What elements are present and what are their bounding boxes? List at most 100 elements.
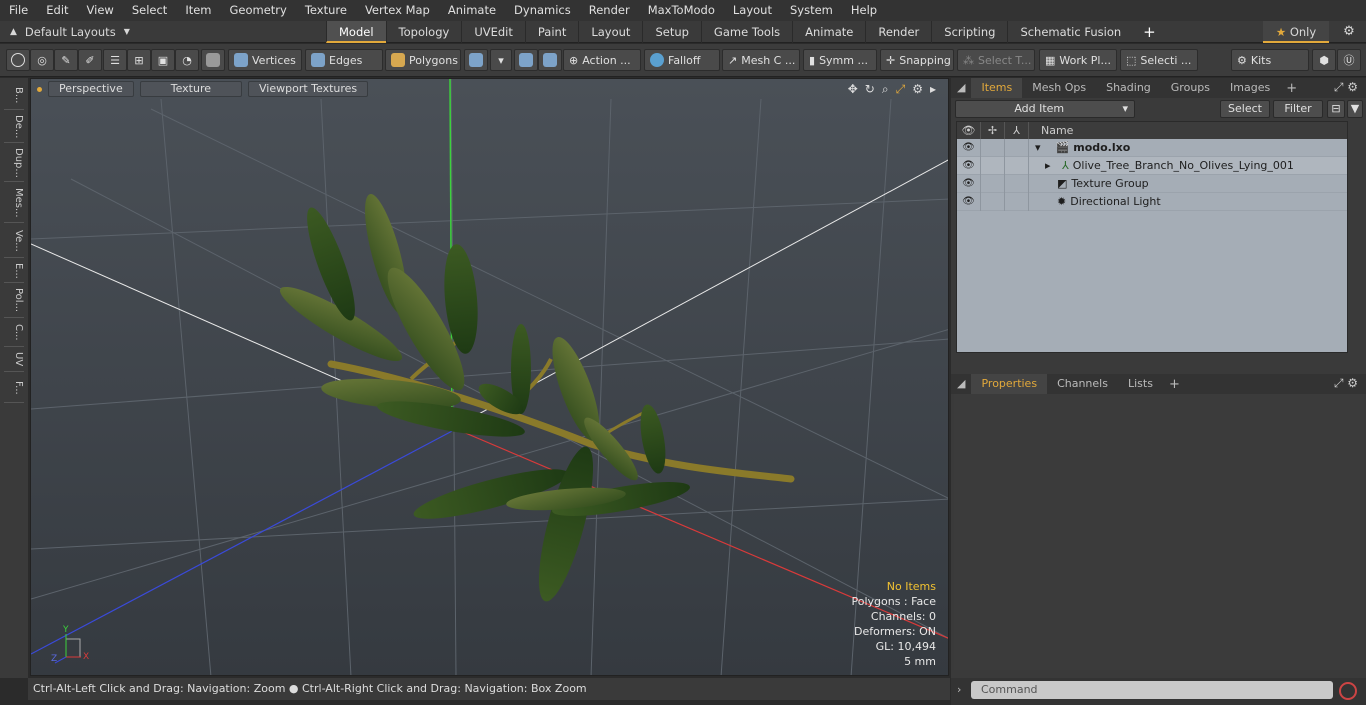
tab-lists[interactable]: Lists [1118, 374, 1163, 394]
left-tab-curve[interactable]: C... [4, 319, 24, 347]
funnel-icon[interactable]: ▼ [1347, 100, 1363, 118]
symmetry-button[interactable]: ▮ Symm ... [803, 49, 877, 71]
align-icon[interactable]: ☰ [103, 49, 127, 71]
menu-dynamics[interactable]: Dynamics [505, 0, 580, 21]
cube-icon[interactable] [201, 49, 225, 71]
expand-down-icon[interactable]: ▾ [1035, 141, 1041, 154]
menu-edit[interactable]: Edit [37, 0, 77, 21]
tab-model[interactable]: Model [326, 21, 386, 43]
menu-vertex-map[interactable]: Vertex Map [356, 0, 439, 21]
panel-menu-icon[interactable]: ◢ [951, 78, 971, 98]
menu-help[interactable]: Help [842, 0, 886, 21]
gear-icon[interactable]: ⚙ [1335, 21, 1363, 43]
menu-view[interactable]: View [78, 0, 123, 21]
panel-expand-gear-icon[interactable]: ⤢ ⚙ [1334, 80, 1358, 95]
select-through-button[interactable]: ⁂ Select T... [957, 49, 1035, 71]
menu-geometry[interactable]: Geometry [221, 0, 296, 21]
tab-images[interactable]: Images [1220, 78, 1280, 98]
move-icon[interactable]: ✥ [848, 82, 858, 97]
left-tab-polygon[interactable]: Pol... [4, 284, 24, 318]
falloff-button[interactable]: Falloff [644, 49, 720, 71]
menu-texture[interactable]: Texture [296, 0, 356, 21]
edges-button[interactable]: Edges [305, 49, 383, 71]
arrow-right-icon[interactable]: ▸ [930, 82, 936, 97]
add-item-button[interactable]: Add Item ▾ [955, 100, 1135, 118]
tab-uvedit[interactable]: UVEdit [461, 21, 525, 43]
perspective-dropdown[interactable]: Perspective [48, 81, 134, 97]
tab-scripting[interactable]: Scripting [931, 21, 1007, 43]
add-panel-tab-button[interactable]: + [1280, 81, 1303, 96]
tree-row-light[interactable]: 👁 ✹ Directional Light [957, 192, 1347, 211]
menu-layout[interactable]: Layout [724, 0, 781, 21]
filter-button[interactable]: Filter [1273, 100, 1323, 118]
add-tab-button[interactable]: + [1133, 21, 1166, 43]
left-tab-mesh-edit[interactable]: Mes... [4, 183, 24, 223]
expand-right-icon[interactable]: ▸ [1045, 159, 1051, 172]
layouts-dropdown[interactable]: ▲ Default Layouts ▼ [10, 21, 130, 43]
material-icon[interactable] [514, 49, 538, 71]
tab-render[interactable]: Render [865, 21, 931, 43]
tab-topology[interactable]: Topology [385, 21, 462, 43]
snapping-button[interactable]: ✛ Snapping [880, 49, 954, 71]
item-mode-icon[interactable] [464, 49, 488, 71]
shading-dropdown[interactable]: Texture [139, 81, 242, 97]
command-input[interactable]: Command [971, 681, 1333, 699]
left-tab-edge[interactable]: E... [4, 259, 24, 283]
left-tab-uv[interactable]: UV [4, 348, 24, 372]
add-panel-tab-button[interactable]: + [1163, 377, 1186, 392]
eye-icon[interactable]: 👁 [957, 192, 981, 211]
menu-item[interactable]: Item [176, 0, 220, 21]
tree-row-mesh[interactable]: 👁 ▸ ⅄ Olive_Tree_Branch_No_Olives_Lying_0… [957, 156, 1347, 175]
maximize-icon[interactable]: ⤢ [896, 82, 906, 97]
left-tab-vertex[interactable]: Ve... [4, 224, 24, 258]
globe-icon[interactable]: ◎ [30, 49, 54, 71]
work-plane-button[interactable]: ▦ Work Pl... [1039, 49, 1117, 71]
menu-file[interactable]: File [0, 0, 37, 21]
chevron-down-icon[interactable]: ▾ [490, 49, 512, 71]
eye-icon[interactable]: 👁 [957, 156, 981, 175]
menu-maxtomodo[interactable]: MaxToModo [639, 0, 724, 21]
left-tab-fusion[interactable]: F... [4, 373, 24, 403]
tab-properties[interactable]: Properties [971, 374, 1048, 394]
menu-select[interactable]: Select [123, 0, 176, 21]
mesh-constraint-button[interactable]: ↗ Mesh C ... [722, 49, 800, 71]
menu-system[interactable]: System [781, 0, 842, 21]
selection-sets-button[interactable]: ⬚ Selecti ... [1120, 49, 1198, 71]
texture-icon[interactable] [538, 49, 562, 71]
grid-icon[interactable]: ⊞ [127, 49, 151, 71]
panel-menu-icon[interactable]: ◢ [951, 374, 971, 394]
clock-icon[interactable]: ◔ [175, 49, 199, 71]
tree-row-scene[interactable]: 👁 ▾ 🎬 modo.lxo [957, 138, 1347, 157]
tab-mesh-ops[interactable]: Mesh Ops [1022, 78, 1096, 98]
vertices-button[interactable]: Vertices [228, 49, 302, 71]
tab-channels[interactable]: Channels [1047, 374, 1118, 394]
unreal-icon[interactable]: Ⓤ [1337, 49, 1361, 71]
left-tab-deform[interactable]: De... [4, 111, 24, 143]
pen-icon[interactable]: ✎ [54, 49, 78, 71]
tab-game-tools[interactable]: Game Tools [700, 21, 792, 43]
tree-scrollbar[interactable] [1350, 121, 1360, 353]
collapse-icon[interactable]: ⊟ [1327, 100, 1345, 118]
zoom-icon[interactable]: ⌕ [882, 82, 889, 97]
brush-icon[interactable]: ✐ [78, 49, 102, 71]
eye-icon[interactable]: 👁 [957, 174, 981, 193]
tab-items[interactable]: Items [971, 78, 1023, 98]
eye-icon[interactable]: 👁 [957, 138, 981, 157]
select-button[interactable]: Select [1220, 100, 1270, 118]
tab-animate[interactable]: Animate [792, 21, 865, 43]
tab-layout[interactable]: Layout [578, 21, 642, 43]
only-button[interactable]: ★ Only [1263, 21, 1329, 43]
left-tab-duplicate[interactable]: Dup... [4, 144, 24, 182]
kits-button[interactable]: ⚙ Kits [1231, 49, 1309, 71]
record-icon[interactable] [1339, 682, 1357, 700]
menu-render[interactable]: Render [580, 0, 639, 21]
tab-shading[interactable]: Shading [1096, 78, 1161, 98]
rotate-icon[interactable]: ↻ [865, 82, 875, 97]
unity-icon[interactable]: ⬢ [1312, 49, 1336, 71]
panel-expand-gear-icon[interactable]: ⤢ ⚙ [1334, 376, 1358, 391]
polygons-button[interactable]: Polygons [385, 49, 461, 71]
tab-setup[interactable]: Setup [642, 21, 700, 43]
select-mode-circle-icon[interactable] [6, 49, 30, 71]
viewport-textures-dropdown[interactable]: Viewport Textures [248, 81, 369, 97]
tab-paint[interactable]: Paint [524, 21, 578, 43]
